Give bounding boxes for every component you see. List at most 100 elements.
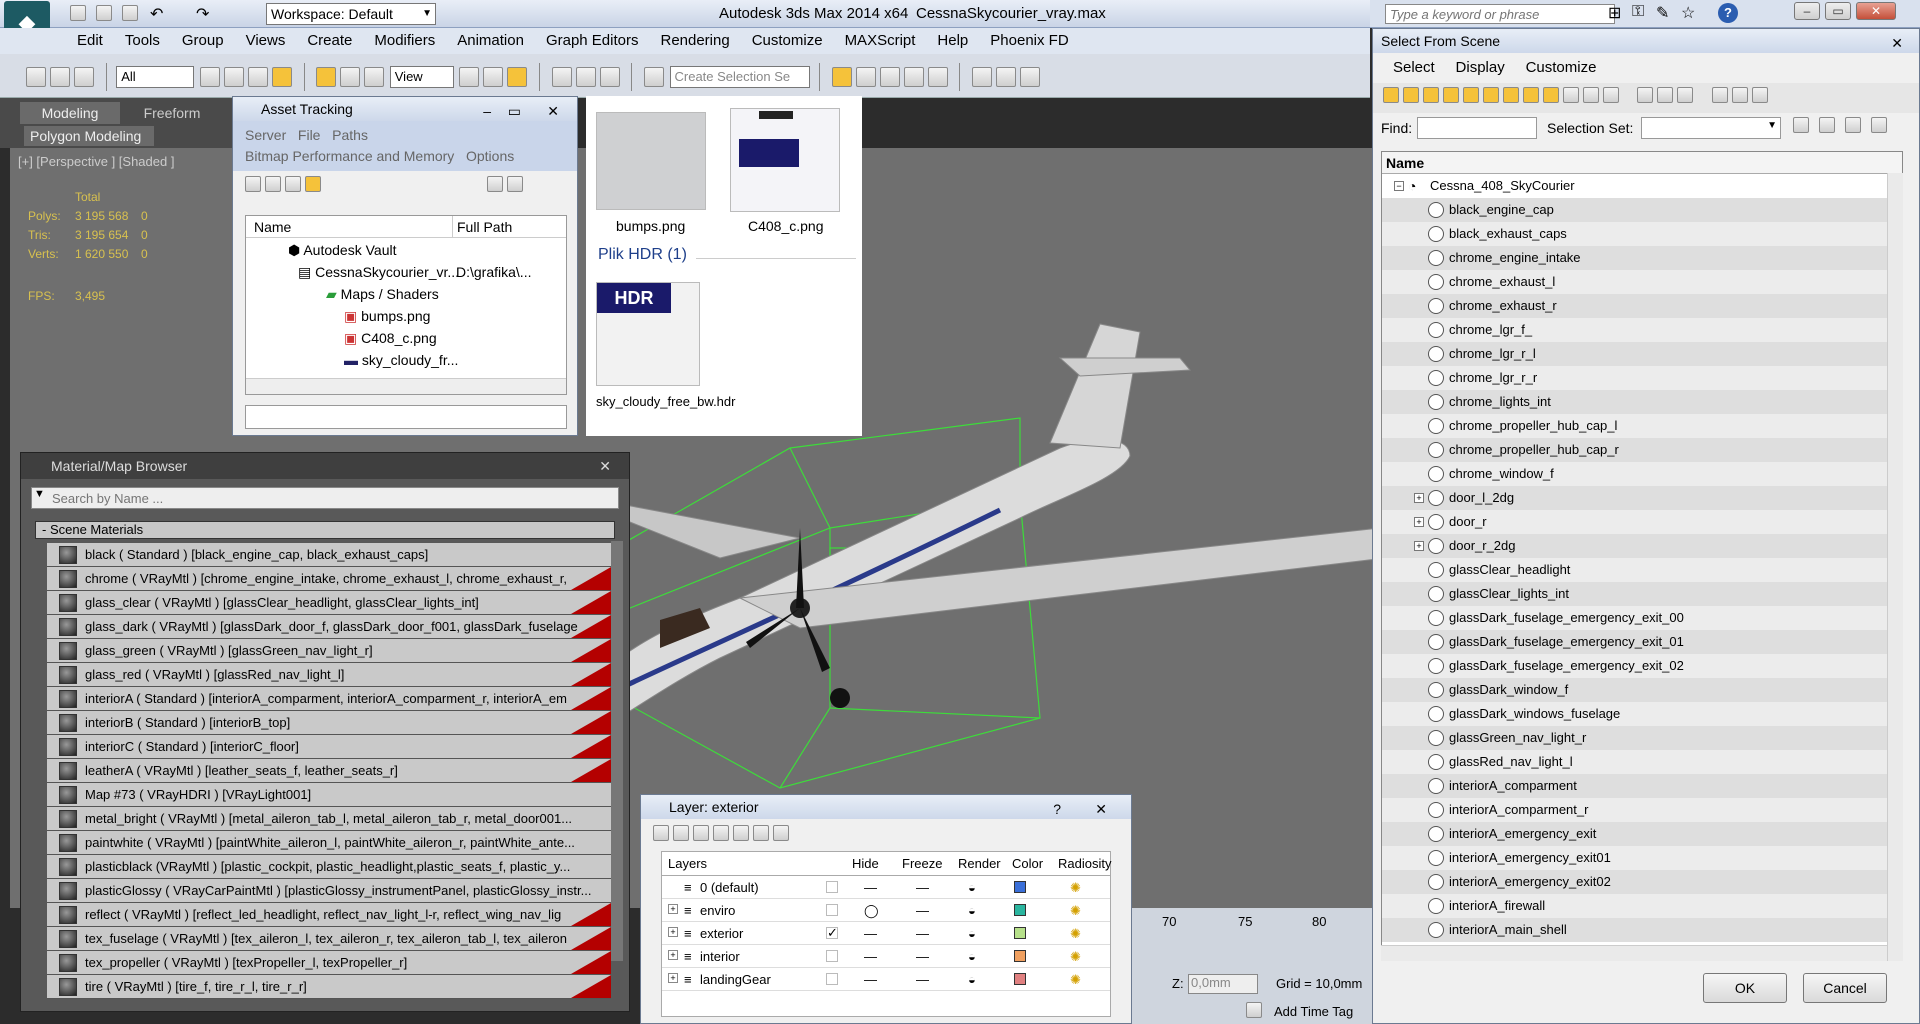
scene-object-row[interactable]: glassDark_fuselage_emergency_exit_01 xyxy=(1382,630,1902,654)
scene-object-row[interactable]: glassDark_fuselage_emergency_exit_02 xyxy=(1382,654,1902,678)
named-selection-input[interactable]: Create Selection Se xyxy=(669,66,810,88)
workspace-select[interactable]: Workspace: Default ▼ xyxy=(266,3,436,25)
filter-groups-icon[interactable] xyxy=(1503,86,1519,103)
rect-region-icon[interactable] xyxy=(247,67,268,87)
scene-object-row[interactable]: chrome_engine_intake xyxy=(1382,246,1902,270)
time-tag-icon[interactable] xyxy=(1246,1002,1262,1018)
material-row[interactable]: glass_green ( VRayMtl ) [glassGreen_nav_… xyxy=(47,639,611,663)
scene-object-row[interactable]: glassRed_nav_light_l xyxy=(1382,750,1902,774)
scene-object-row[interactable]: + door_r xyxy=(1382,510,1902,534)
link-icon[interactable] xyxy=(26,67,46,87)
layer-row[interactable]: + ≡ interior — — ◒ ✺ xyxy=(662,945,1110,968)
scene-object-row[interactable]: interiorA_comparment xyxy=(1382,774,1902,798)
new-layer-icon[interactable] xyxy=(653,824,669,841)
expand-icon[interactable]: + xyxy=(1414,517,1424,527)
scale-icon[interactable] xyxy=(364,67,385,87)
scene-object-row[interactable]: interiorA_emergency_exit xyxy=(1382,822,1902,846)
hide-toggle[interactable]: — xyxy=(864,876,877,899)
layer-manager-icon[interactable] xyxy=(831,67,852,87)
layer-color-swatch[interactable] xyxy=(1014,904,1026,916)
asset-menu-file[interactable]: File xyxy=(298,127,321,143)
asset-menu-paths[interactable]: Paths xyxy=(332,127,368,143)
find-input[interactable] xyxy=(1417,117,1537,139)
material-row[interactable]: paintwhite ( VRayMtl ) [paintWhite_ailer… xyxy=(47,831,611,855)
asset-row-scene[interactable]: ▤ CessnaSkycourier_vr... xyxy=(298,264,459,281)
scene-titlebar[interactable]: Select From Scene ✕ xyxy=(1373,29,1919,53)
col-hide[interactable]: Hide xyxy=(852,852,879,876)
teapot-icon[interactable]: ◒ xyxy=(968,922,976,945)
menu-tools[interactable]: Tools xyxy=(114,28,171,54)
freeze-toggle[interactable]: — xyxy=(916,922,929,945)
material-row[interactable]: tex_propeller ( VRayMtl ) [texPropeller_… xyxy=(47,951,611,975)
pivot-center-icon[interactable] xyxy=(459,67,480,87)
layer-color-swatch[interactable] xyxy=(1014,881,1026,893)
mirror-icon[interactable] xyxy=(551,67,572,87)
ok-button[interactable]: OK xyxy=(1703,973,1787,1003)
teapot-icon[interactable]: ◒ xyxy=(968,968,976,991)
scene-object-row[interactable]: glassGreen_nav_light_r xyxy=(1382,726,1902,750)
asset-row-c408[interactable]: ▣ C408_c.png xyxy=(344,330,437,347)
filter-frozen-icon[interactable] xyxy=(1583,86,1599,103)
freeze-all-icon[interactable] xyxy=(773,824,789,841)
material-row[interactable]: tire ( VRayMtl ) [tire_f, tire_r_l, tire… xyxy=(47,975,611,999)
scene-object-row[interactable]: chrome_window_f xyxy=(1382,462,1902,486)
scene-close-button[interactable]: ✕ xyxy=(1891,31,1903,55)
material-row[interactable]: interiorB ( Standard ) [interiorB_top] xyxy=(47,711,611,735)
col-layers[interactable]: Layers xyxy=(668,852,707,876)
filter-bones-icon[interactable] xyxy=(1543,86,1559,103)
col-radiosity[interactable]: Radiosity xyxy=(1058,852,1111,876)
asset-tracking-titlebar[interactable]: Asset Tracking – ▭ ✕ xyxy=(233,97,577,121)
remove-from-set-icon[interactable] xyxy=(1845,117,1861,133)
cancel-button[interactable]: Cancel xyxy=(1803,973,1887,1003)
material-row[interactable]: tex_fuselage ( VRayMtl ) [tex_aileron_l,… xyxy=(47,927,611,951)
menu-create[interactable]: Create xyxy=(296,28,363,54)
asset-row-hdr[interactable]: ▬ sky_cloudy_fr... xyxy=(344,352,458,368)
material-scrollbar[interactable] xyxy=(611,541,623,961)
hide-all-icon[interactable] xyxy=(753,824,769,841)
asset-help-icon[interactable] xyxy=(506,175,523,192)
scene-object-row[interactable]: glassClear_headlight xyxy=(1382,558,1902,582)
move-icon[interactable] xyxy=(316,67,337,87)
scene-object-row[interactable]: chrome_lgr_r_l xyxy=(1382,342,1902,366)
tab-freeform[interactable]: Freeform xyxy=(132,102,212,124)
render-frame-icon[interactable] xyxy=(996,67,1016,87)
open-file-icon[interactable] xyxy=(96,5,112,21)
select-set-icon[interactable] xyxy=(1871,117,1887,133)
scene-menu-customize[interactable]: Customize xyxy=(1526,59,1597,76)
thumb-bumps[interactable] xyxy=(596,112,706,210)
scene-materials-header[interactable]: - Scene Materials xyxy=(35,521,615,539)
add-to-set-icon[interactable] xyxy=(1819,117,1835,133)
schematic-icon[interactable] xyxy=(903,67,924,87)
redo-icon[interactable]: ↷ xyxy=(196,4,209,24)
window-crossing-icon[interactable] xyxy=(271,67,292,87)
scene-name-header[interactable]: Name xyxy=(1382,152,1902,174)
radiosity-icon[interactable]: ✺ xyxy=(1070,922,1081,945)
save-file-icon[interactable] xyxy=(122,5,138,21)
thumbnail-view-icon[interactable] xyxy=(285,175,301,192)
filter-spacewarps-icon[interactable] xyxy=(1483,86,1499,103)
ref-coord-select[interactable]: View xyxy=(389,66,454,88)
material-row[interactable]: interiorA ( Standard ) [interiorA_compar… xyxy=(47,687,611,711)
scene-vscrollbar[interactable] xyxy=(1887,173,1903,961)
key-icon[interactable]: ⚿ xyxy=(1632,3,1644,21)
scene-object-row[interactable]: interiorA_main_shell xyxy=(1382,918,1902,942)
menu-rendering[interactable]: Rendering xyxy=(649,28,740,54)
radiosity-icon[interactable]: ✺ xyxy=(1070,945,1081,968)
tools-icon[interactable]: ✎ xyxy=(1656,3,1669,23)
spellcheck-icon[interactable] xyxy=(643,67,664,87)
render-setup-icon[interactable] xyxy=(972,67,992,87)
scene-object-row[interactable]: glassDark_window_f xyxy=(1382,678,1902,702)
selection-set-select[interactable]: ▼ xyxy=(1641,117,1781,139)
close-button[interactable]: ✕ xyxy=(1856,2,1896,20)
menu-modifiers[interactable]: Modifiers xyxy=(363,28,446,54)
freeze-toggle[interactable]: — xyxy=(916,899,929,922)
material-row[interactable]: black ( Standard ) [black_engine_cap, bl… xyxy=(47,543,611,567)
layer-color-swatch[interactable] xyxy=(1014,950,1026,962)
material-row[interactable]: plasticGlossy ( VRayCarPaintMtl ) [plast… xyxy=(47,879,611,903)
col-name[interactable]: Name xyxy=(254,216,291,238)
filter-hidden-icon[interactable] xyxy=(1603,86,1619,103)
vault-icon[interactable] xyxy=(486,175,503,192)
material-search[interactable]: ▼ xyxy=(31,487,619,509)
add-time-tag[interactable]: Add Time Tag xyxy=(1274,1004,1353,1019)
freeze-toggle[interactable]: — xyxy=(916,945,929,968)
